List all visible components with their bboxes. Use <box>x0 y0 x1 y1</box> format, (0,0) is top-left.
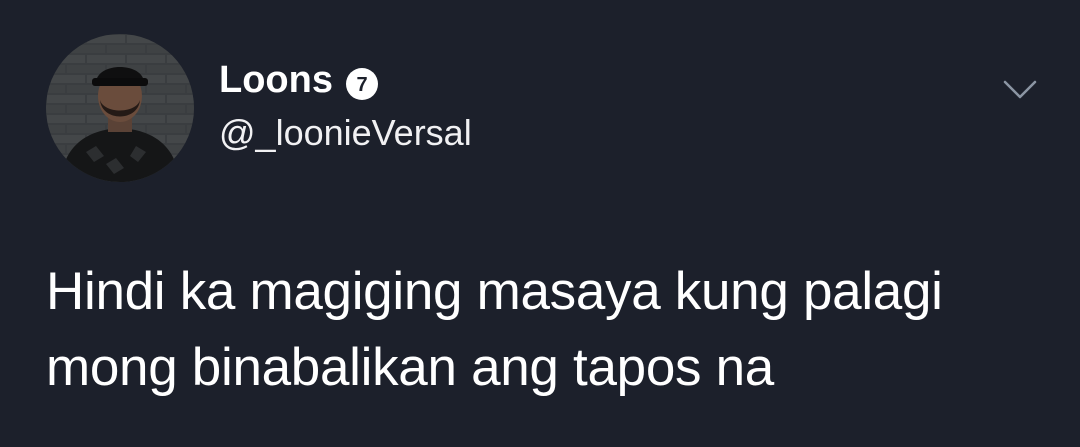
verified-badge-icon: 7 <box>345 63 379 100</box>
author-name-text[interactable]: Loons <box>219 54 333 106</box>
avatar[interactable] <box>46 34 194 182</box>
chevron-down-icon[interactable] <box>1000 74 1040 104</box>
author-name[interactable]: Loons 7 <box>219 54 379 106</box>
tweet-text-line: Hindi ka magiging masaya kung palagi <box>46 262 943 321</box>
author-handle[interactable]: @_loonieVersal <box>219 110 472 156</box>
tweet-text: Hindi ka magiging masaya kung palagi mon… <box>46 254 1056 406</box>
tweet-text-line: mong binabalikan ang tapos na <box>46 338 774 397</box>
verified-badge-text: 7 <box>356 74 367 96</box>
tweet-card: Loons 7 @_loonieVersal Hindi ka magiging… <box>0 0 1080 447</box>
